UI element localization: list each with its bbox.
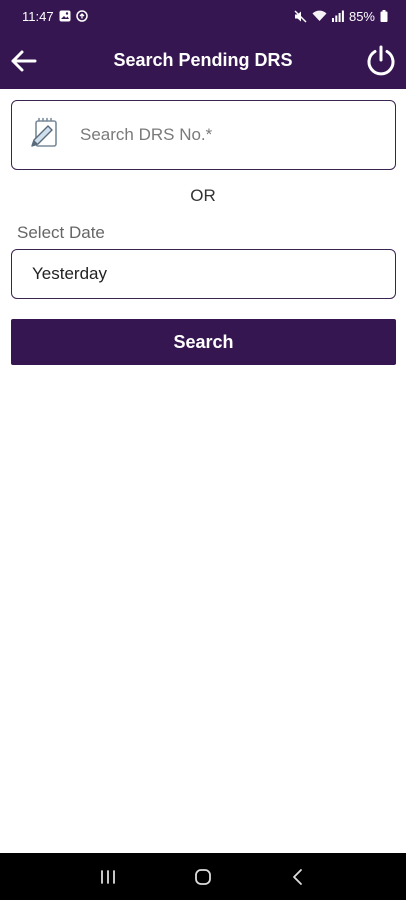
home-icon	[195, 868, 211, 885]
status-right: 85%	[294, 9, 388, 24]
power-icon	[367, 45, 395, 76]
system-nav-bar	[0, 853, 406, 900]
gallery-icon	[59, 10, 71, 22]
search-drs-input[interactable]	[80, 125, 350, 145]
or-separator: OR	[190, 186, 216, 205]
arrow-left-icon	[11, 50, 37, 72]
date-select-value: Yesterday	[32, 264, 107, 283]
recents-icon	[100, 869, 115, 884]
status-bar: 11:47 85%	[0, 0, 406, 32]
app-bar: Search Pending DRS	[0, 32, 406, 89]
back-chevron-icon	[293, 868, 303, 885]
search-button[interactable]: Search	[11, 319, 396, 365]
status-left: 11:47	[22, 9, 88, 24]
wifi-icon	[312, 10, 327, 22]
search-drs-box[interactable]	[11, 100, 396, 170]
nav-back-button[interactable]	[278, 857, 318, 897]
select-date-label: Select Date	[17, 223, 105, 242]
date-select-field[interactable]: Yesterday	[11, 249, 396, 299]
home-button[interactable]	[183, 857, 223, 897]
battery-icon	[380, 10, 388, 22]
page-title: Search Pending DRS	[113, 50, 293, 70]
logout-button[interactable]	[362, 42, 400, 80]
data-saver-icon	[75, 10, 88, 22]
signal-icon	[331, 10, 344, 22]
back-button[interactable]	[6, 44, 40, 78]
status-time: 11:47	[22, 8, 54, 24]
recents-button[interactable]	[88, 857, 128, 897]
battery-percent: 85%	[348, 8, 375, 24]
notepad-pencil-icon	[28, 116, 62, 155]
mute-icon	[294, 10, 307, 23]
